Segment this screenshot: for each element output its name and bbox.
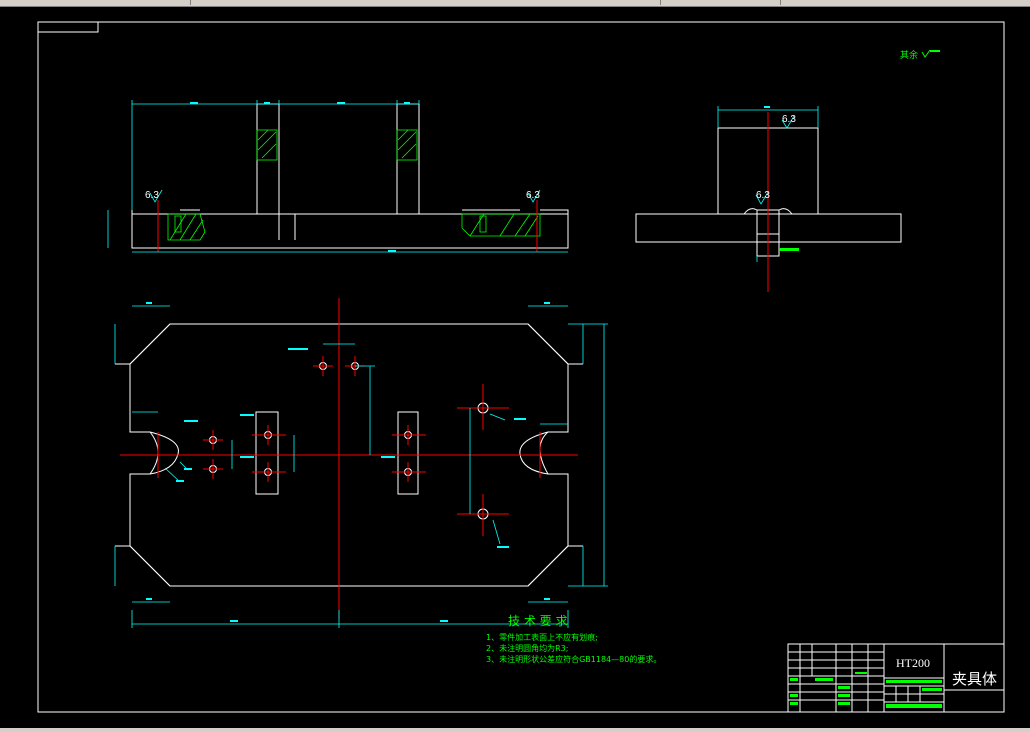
roughness-value: 6.3: [526, 190, 540, 201]
surface-finish-note: 其余: [900, 49, 918, 61]
centerlines: [120, 298, 578, 620]
tech-requirements-title: 技 术 要 求: [508, 614, 567, 628]
drawing-number-box: [37, 21, 99, 33]
tech-requirement-item: 2、未注明圆角均为R3;: [486, 643, 568, 653]
roughness-value: 6.3: [782, 114, 796, 125]
cad-drawing-canvas[interactable]: 其余 6.3 6.3 6.3 6.3 技 术 要 求 1、零件加工表面上不应有划…: [0, 0, 1030, 732]
tech-requirement-item: 3、未注明形状公差应符合GB1184—80的要求。: [486, 654, 661, 664]
tech-requirement-item: 1、零件加工表面上不应有划痕;: [486, 632, 598, 642]
roughness-value: 6.3: [145, 190, 159, 201]
material-label: HT200: [896, 656, 930, 670]
part-name: 夹具体: [952, 670, 997, 688]
drawing-border: [37, 21, 1005, 713]
status-bar-strip: [0, 728, 1030, 732]
title-block-fills: [790, 672, 942, 708]
tolerance-mark: [779, 248, 799, 251]
dimension-text-marks: [146, 102, 770, 622]
roughness-value: 6.3: [756, 190, 770, 201]
roughness-symbol-icon: [921, 49, 940, 58]
section-hatch: [167, 129, 541, 241]
front-view: [131, 103, 569, 249]
holes: [209, 362, 489, 520]
